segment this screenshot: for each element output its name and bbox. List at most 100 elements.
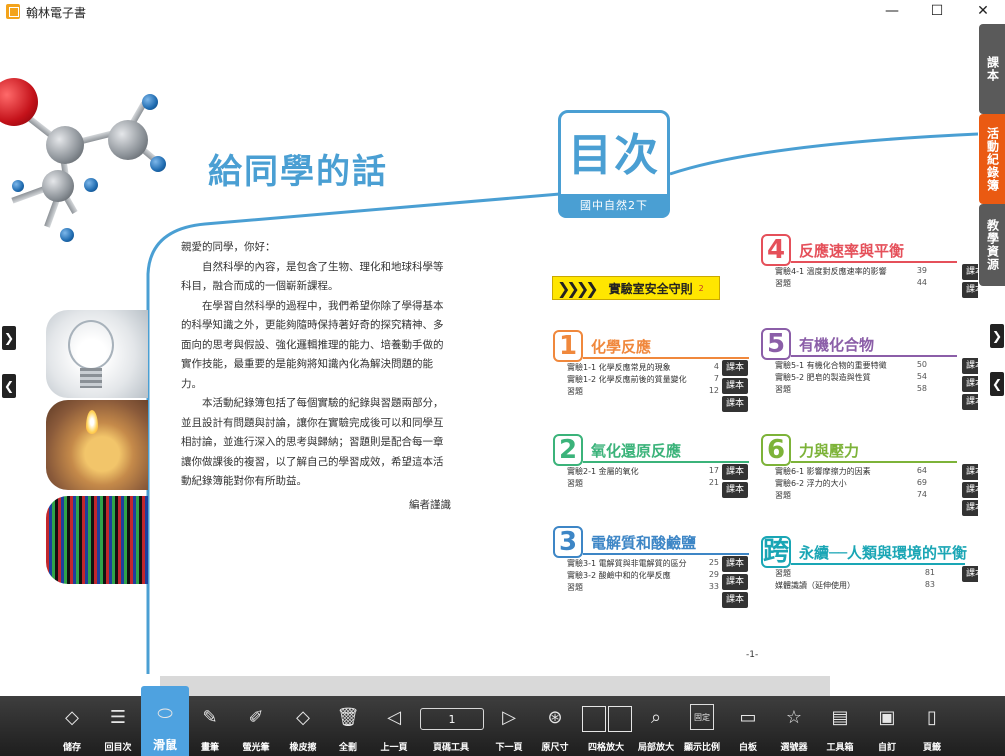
book-page[interactable]: 給同學的話 親愛的同學，你好： 自然科學的內容，是包含了生物、理化和地球科學等科… (0, 24, 978, 696)
tool-label: 顯示比例 (683, 743, 720, 753)
tool-label: 畫筆 (200, 743, 219, 753)
textbook-link-button[interactable]: 課本 (962, 566, 978, 582)
textbook-link-button[interactable]: 課本 (962, 500, 978, 516)
toc-entry[interactable]: 實驗6-2 浮力的大小 69 (761, 478, 957, 490)
chapter-header: 4 反應速率與平衡 (761, 234, 957, 270)
toc-entry[interactable]: 習題 74 (761, 490, 957, 502)
toc-chapter: 4 反應速率與平衡 實驗4-1 溫度對反應速率的影響 39 習題 44 (761, 234, 957, 290)
toc-entry-label: 習題 (567, 387, 583, 396)
tool-label: 螢光筆 (242, 743, 270, 753)
tool-label: 四格放大 (587, 743, 624, 753)
pen-icon: ✎ (202, 706, 218, 728)
tool-label: 自訂 (877, 743, 896, 753)
toc-entry[interactable]: 實驗1-1 化學反應常見的現象 4 (553, 362, 749, 374)
lightbulb-photo (46, 310, 148, 398)
tool-bookmark[interactable]: ▯ 頁籤 (910, 696, 954, 756)
toc-subtitle: 國中自然2下 (558, 194, 670, 218)
textbook-link-button[interactable]: 課本 (962, 358, 978, 374)
toc-entry[interactable]: 實驗3-1 電解質與非電解質的區分 25 (553, 558, 749, 570)
textbook-link-button[interactable]: 課本 (962, 376, 978, 392)
toc-entry-label: 實驗6-2 浮力的大小 (775, 479, 847, 488)
textbook-link-button[interactable]: 課本 (962, 282, 978, 298)
toc-chapter: 1 化學反應 實驗1-1 化學反應常見的現象 4 實驗1-2 化學反應前後的質量變… (553, 330, 749, 398)
tool-eraser[interactable]: ◇ 橡皮擦 (281, 696, 325, 756)
textbook-link-button[interactable]: 課本 (722, 556, 748, 572)
right-panel-prev-arrow[interactable]: ❮ (990, 372, 1004, 396)
toc-entry[interactable]: 習題 12 (553, 386, 749, 398)
tab-teaching-resources[interactable]: 教學資源 (979, 204, 1005, 286)
page-number-input[interactable] (420, 708, 484, 730)
minimize-button[interactable]: — (870, 0, 914, 22)
toc-entry[interactable]: 實驗1-2 化學反應前後的質量變化 7 (553, 374, 749, 386)
tool-zoom-area[interactable]: ⌕ 局部放大 (634, 696, 678, 756)
close-button[interactable]: ✕ (961, 0, 1005, 22)
chapter-header: 2 氧化還原反應 (553, 434, 749, 470)
toc-chapter: 6 力與壓力 實驗6-1 影響摩擦力的因素 64 實驗6-2 浮力的大小 69 習題… (761, 434, 957, 502)
toc-entry[interactable]: 習題 81 (761, 568, 965, 580)
left-panel-prev-arrow[interactable]: ❮ (2, 374, 16, 398)
toc-entry[interactable]: 實驗6-1 影響摩擦力的因素 64 (761, 466, 957, 478)
horizontal-scrollbar[interactable] (160, 676, 830, 696)
chapter-title: 永續──人類與環境的平衡 (799, 544, 968, 562)
textbook-link-button[interactable]: 課本 (722, 396, 748, 412)
textbook-link-button[interactable]: 課本 (962, 394, 978, 410)
toc-entry[interactable]: 實驗3-2 酸鹼中和的化學反應 29 (553, 570, 749, 582)
chapter-title: 力與壓力 (799, 442, 860, 460)
tool-highlighter[interactable]: ✐ 螢光筆 (234, 696, 278, 756)
maximize-button[interactable]: ☐ (915, 0, 959, 22)
tool-mouse[interactable]: ⬭ 滑鼠 (141, 686, 189, 756)
tool-next-page[interactable]: ▷ 下一頁 (487, 696, 531, 756)
tool-display-ratio[interactable]: 固定 顯示比例 (680, 696, 724, 756)
tool-pen[interactable]: ✎ 畫筆 (188, 696, 232, 756)
toc-entry[interactable]: 習題 33 (553, 582, 749, 594)
tool-original-size[interactable]: ⊛ 原尺寸 (533, 696, 577, 756)
tool-custom[interactable]: ▣ 自訂 (865, 696, 909, 756)
tab-textbook[interactable]: 課本 (979, 24, 1005, 114)
toc-entry-label: 實驗1-2 化學反應前後的質量變化 (567, 375, 687, 384)
chapter-number: 3 (553, 526, 583, 558)
tool-label: 工具箱 (826, 743, 854, 753)
toc-entry[interactable]: 實驗4-1 溫度對反應速率的影響 39 (761, 266, 957, 278)
tool-save[interactable]: ◇ 儲存 (50, 696, 94, 756)
chapter-number: 1 (553, 330, 583, 362)
chapter-title: 反應速率與平衡 (799, 242, 905, 260)
tool-label: 回目次 (104, 743, 132, 753)
greeting-signature: 編者謹識 (409, 498, 451, 511)
textbook-link-button[interactable]: 課本 (722, 574, 748, 590)
chapter-title: 有機化合物 (799, 336, 875, 354)
two-page-view-icon[interactable] (582, 706, 632, 732)
toc-entry[interactable]: 習題 21 (553, 478, 749, 490)
left-panel-next-arrow[interactable]: ❯ (2, 326, 16, 350)
textbook-link-button[interactable]: 課本 (722, 482, 748, 498)
toc-entry[interactable]: 媒體識讀（延伸使用） 83 (761, 580, 965, 592)
tool-label: 選號器 (780, 743, 808, 753)
right-panel-next-arrow[interactable]: ❯ (990, 324, 1004, 348)
textbook-link-button[interactable]: 課本 (722, 464, 748, 480)
lab-safety-label: 實驗室安全守則 (608, 281, 693, 296)
mouse-icon: ⬭ (157, 702, 173, 724)
textbook-link-button[interactable]: 課本 (722, 592, 748, 608)
textbook-link-button[interactable]: 課本 (962, 482, 978, 498)
textbook-link-button[interactable]: 課本 (962, 464, 978, 480)
toc-entry-label: 實驗5-2 肥皂的製造與性質 (775, 373, 871, 382)
textbook-link-button[interactable]: 課本 (722, 378, 748, 394)
toc-entry[interactable]: 習題 58 (761, 384, 957, 396)
toc-entry-page: 33 (708, 582, 719, 591)
tool-whiteboard[interactable]: ▭ 白板 (726, 696, 770, 756)
lab-safety-rules-link[interactable]: ❯❯❯❯ 實驗室安全守則 2 (552, 276, 720, 300)
tool-toolbox[interactable]: ▤ 工具箱 (818, 696, 862, 756)
textbook-link-button[interactable]: 課本 (722, 360, 748, 376)
toc-entry[interactable]: 實驗2-1 金屬的氧化 17 (553, 466, 749, 478)
toc-entry[interactable]: 實驗5-1 有機化合物的重要特徵 50 (761, 360, 957, 372)
toc-entry[interactable]: 習題 44 (761, 278, 957, 290)
highlighter-icon: ✐ (248, 706, 264, 728)
toc-entry[interactable]: 實驗5-2 肥皂的製造與性質 54 (761, 372, 957, 384)
tab-activity-record[interactable]: 活動紀錄簿 (979, 114, 1005, 204)
textbook-link-button[interactable]: 課本 (962, 264, 978, 280)
chapter-number: 2 (553, 434, 583, 466)
toc-entry-label: 習題 (775, 569, 791, 578)
tool-toc[interactable]: ☰ 回目次 (96, 696, 140, 756)
tool-trash[interactable]: 🗑 全刪 (326, 696, 370, 756)
tool-number-picker[interactable]: ☆ 選號器 (772, 696, 816, 756)
tool-prev-page[interactable]: ◁ 上一頁 (372, 696, 416, 756)
